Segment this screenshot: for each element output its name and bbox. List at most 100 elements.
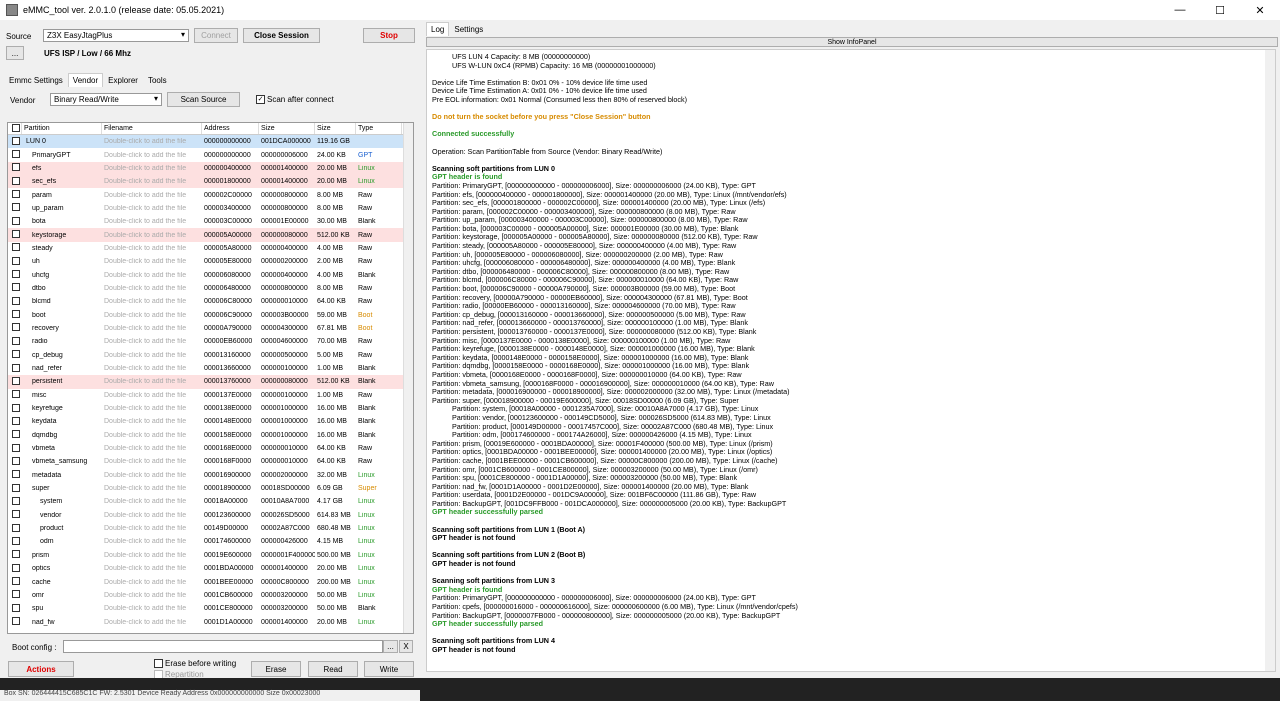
table-row[interactable]: LUN 0 Double-click to add the file 0000000… (8, 135, 413, 149)
vendor-select[interactable]: Binary Read/Write (50, 93, 162, 106)
tab-explorer[interactable]: Explorer (103, 73, 143, 87)
filename-cell[interactable]: Double-click to add the file (102, 565, 202, 572)
filename-cell[interactable]: Double-click to add the file (102, 352, 202, 359)
row-checkbox[interactable] (8, 310, 22, 320)
row-checkbox[interactable] (8, 203, 22, 213)
row-checkbox[interactable] (8, 296, 22, 307)
table-row[interactable]: uh Double-click to add the file 000005E800… (8, 255, 413, 268)
erase-before-writing-option[interactable]: Erase before writing (154, 659, 236, 668)
row-checkbox[interactable] (8, 390, 22, 400)
table-row[interactable]: dqmdbg Double-click to add the file 000015… (8, 429, 413, 442)
row-checkbox[interactable] (8, 523, 22, 534)
table-row[interactable]: optics Double-click to add the file 0001BD… (8, 562, 413, 575)
log-scrollbar[interactable] (1265, 50, 1275, 671)
table-row[interactable]: product Double-click to add the file 00149… (8, 522, 413, 535)
filename-cell[interactable]: Double-click to add the file (102, 512, 202, 519)
table-row[interactable]: keyrefuge Double-click to add the file 000… (8, 402, 413, 415)
row-checkbox[interactable] (8, 256, 22, 267)
filename-cell[interactable]: Double-click to add the file (102, 485, 202, 492)
filename-cell[interactable]: Double-click to add the file (102, 378, 202, 385)
col-filename[interactable]: Filename (102, 123, 202, 134)
row-checkbox[interactable] (8, 323, 22, 333)
row-checkbox[interactable] (8, 163, 22, 173)
filename-cell[interactable]: Double-click to add the file (102, 232, 202, 239)
table-row[interactable]: super Double-click to add the file 0000189… (8, 482, 413, 495)
filename-cell[interactable]: Double-click to add the file (102, 178, 202, 185)
col-partition[interactable]: Partition (22, 123, 102, 134)
filename-cell[interactable]: Double-click to add the file (102, 552, 202, 559)
row-checkbox[interactable] (8, 443, 22, 454)
row-checkbox[interactable] (8, 176, 22, 187)
row-checkbox[interactable] (8, 283, 22, 293)
stop-button[interactable]: Stop (363, 28, 415, 43)
scan-after-connect-option[interactable]: ✓ Scan after connect (256, 95, 334, 104)
table-row[interactable]: blcmd Double-click to add the file 000006C… (8, 295, 413, 308)
table-row[interactable]: persistent Double-click to add the file 00… (8, 375, 413, 389)
table-row[interactable]: prism Double-click to add the file 00019E6… (8, 549, 413, 562)
write-button[interactable]: Write (364, 661, 414, 677)
filename-cell[interactable]: Double-click to add the file (102, 272, 202, 279)
filename-cell[interactable]: Double-click to add the file (102, 472, 202, 479)
col-type[interactable]: Type (356, 123, 402, 134)
table-row[interactable]: odm Double-click to add the file 000174600… (8, 535, 413, 548)
row-checkbox[interactable] (8, 403, 22, 414)
row-checkbox[interactable] (8, 430, 22, 440)
filename-cell[interactable]: Double-click to add the file (102, 405, 202, 412)
row-checkbox[interactable] (8, 603, 22, 614)
scan-after-connect-checkbox[interactable]: ✓ (256, 95, 265, 104)
tab-settings[interactable]: Settings (449, 22, 488, 36)
filename-cell[interactable]: Double-click to add the file (102, 392, 202, 399)
source-select[interactable]: Z3X EasyJtagPlus (43, 29, 189, 42)
boot-config-clear-button[interactable]: X (399, 640, 413, 653)
row-checkbox[interactable] (8, 617, 22, 627)
filename-cell[interactable]: Double-click to add the file (102, 538, 202, 545)
row-checkbox[interactable] (8, 510, 22, 520)
tab-emmc-settings[interactable]: Emmc Settings (4, 73, 68, 87)
table-row[interactable]: cp_debug Double-click to add the file 0000… (8, 349, 413, 362)
table-row[interactable]: bota Double-click to add the file 000003C0… (8, 215, 413, 228)
col-address[interactable]: Address (202, 123, 259, 134)
table-row[interactable]: vendor Double-click to add the file 000123… (8, 509, 413, 522)
filename-cell[interactable]: Double-click to add the file (102, 525, 202, 532)
source-options-button[interactable]: ... (6, 46, 24, 60)
table-row[interactable]: recovery Double-click to add the file 0000… (8, 322, 413, 335)
table-row[interactable]: up_param Double-click to add the file 0000… (8, 202, 413, 215)
erase-button[interactable]: Erase (251, 661, 301, 677)
row-checkbox[interactable] (8, 216, 22, 227)
filename-cell[interactable]: Double-click to add the file (102, 192, 202, 199)
filename-cell[interactable]: Double-click to add the file (102, 458, 202, 465)
filename-cell[interactable]: Double-click to add the file (102, 325, 202, 332)
filename-cell[interactable]: Double-click to add the file (102, 165, 202, 172)
filename-cell[interactable]: Double-click to add the file (102, 619, 202, 626)
filename-cell[interactable]: Double-click to add the file (102, 418, 202, 425)
row-checkbox[interactable] (8, 230, 22, 240)
row-checkbox[interactable] (8, 456, 22, 467)
filename-cell[interactable]: Double-click to add the file (102, 298, 202, 305)
row-checkbox[interactable] (8, 470, 22, 480)
boot-config-input[interactable] (63, 640, 383, 653)
close-window-button[interactable]: ✕ (1240, 0, 1280, 20)
filename-cell[interactable]: Double-click to add the file (102, 152, 202, 159)
filename-cell[interactable]: Double-click to add the file (102, 365, 202, 372)
table-row[interactable]: omr Double-click to add the file 0001CB600… (8, 589, 413, 602)
filename-cell[interactable]: Double-click to add the file (102, 245, 202, 252)
row-checkbox[interactable] (8, 496, 22, 507)
table-row[interactable]: metadata Double-click to add the file 0000… (8, 469, 413, 482)
filename-cell[interactable]: Double-click to add the file (102, 312, 202, 319)
table-row[interactable]: sec_efs Double-click to add the file 00000… (8, 175, 413, 189)
table-row[interactable]: param Double-click to add the file 000002C… (8, 188, 413, 201)
row-checkbox[interactable] (8, 577, 22, 587)
row-checkbox[interactable] (8, 550, 22, 560)
filename-cell[interactable]: Double-click to add the file (102, 432, 202, 439)
boot-config-browse-button[interactable]: ... (383, 640, 398, 653)
erase-before-writing-checkbox[interactable] (154, 659, 163, 668)
table-row[interactable]: uhcfg Double-click to add the file 0000060… (8, 268, 413, 281)
table-row[interactable]: nad_refer Double-click to add the file 000… (8, 362, 413, 375)
row-checkbox[interactable] (8, 563, 22, 574)
row-checkbox[interactable] (8, 336, 22, 347)
table-row[interactable]: boot Double-click to add the file 000006C9… (8, 308, 413, 321)
filename-cell[interactable]: Double-click to add the file (102, 205, 202, 212)
table-row[interactable]: nad_fw Double-click to add the file 0001D1… (8, 615, 413, 628)
row-checkbox[interactable] (8, 150, 22, 160)
row-checkbox[interactable] (8, 270, 22, 280)
